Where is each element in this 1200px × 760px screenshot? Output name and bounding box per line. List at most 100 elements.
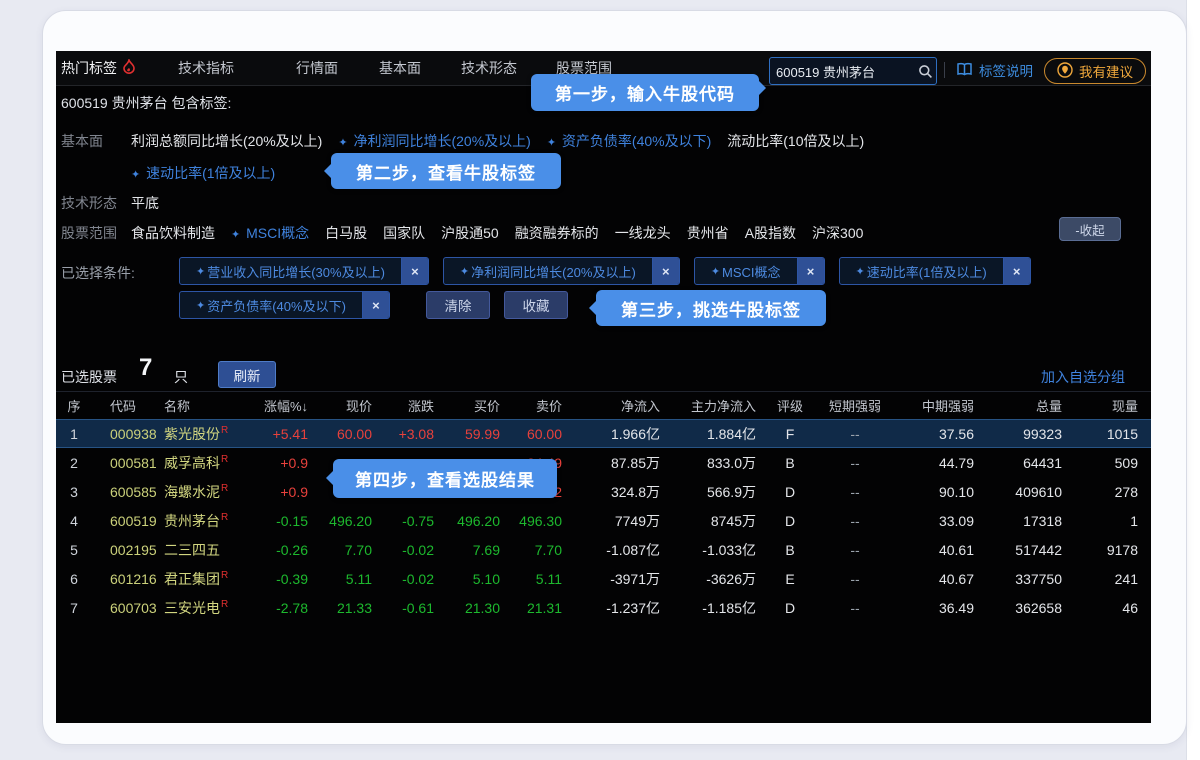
- suggestion-label: 我有建议: [1079, 61, 1133, 81]
- search-input[interactable]: [770, 64, 914, 79]
- table-row[interactable]: 4600519贵州茅台R-0.15496.20-0.75496.20496.30…: [56, 506, 1151, 535]
- table-row[interactable]: 2000581威孚高科R+0.924.4987.85万833.0万B--44.7…: [56, 448, 1151, 477]
- filter-tag[interactable]: 一线龙头: [615, 223, 671, 243]
- r-flag: R: [221, 483, 228, 494]
- col-header-change[interactable]: 涨跌: [380, 396, 442, 415]
- cell-seq: 4: [56, 513, 92, 529]
- col-header-code[interactable]: 代码: [92, 396, 156, 415]
- filter-tag[interactable]: ✦ MSCI概念: [231, 223, 309, 243]
- tab-1[interactable]: 热门标签: [61, 51, 136, 85]
- tab-3[interactable]: 行情面: [296, 51, 338, 85]
- table-row[interactable]: 1000938紫光股份R+5.4160.00+3.0859.9960.001.9…: [56, 419, 1151, 448]
- cell-main-net-inflow: 566.9万: [668, 482, 764, 502]
- r-flag: R: [221, 454, 228, 465]
- tag-help-label: 标签说明: [979, 60, 1033, 80]
- chip-close-icon[interactable]: ×: [652, 258, 679, 284]
- col-header-price[interactable]: 现价: [316, 396, 380, 415]
- filter-tag[interactable]: A股指数: [745, 223, 796, 243]
- filter-tag[interactable]: ✦ 净利润同比增长(20%及以上): [338, 131, 530, 151]
- star-icon: ✦: [231, 229, 240, 241]
- tooltip-step1: 第一步，输入牛股代码: [531, 74, 759, 111]
- cell-name: 二三四五: [156, 540, 244, 560]
- cell-change: +3.08: [380, 426, 442, 442]
- col-header-name[interactable]: 名称: [156, 396, 244, 415]
- filter-tag[interactable]: 食品饮料制造: [131, 223, 215, 243]
- condition-chip[interactable]: ✦ 资产负债率(40%及以下)×: [179, 291, 390, 319]
- col-header-short-term[interactable]: 短期强弱: [816, 396, 894, 415]
- filter-tag[interactable]: 贵州省: [687, 223, 729, 243]
- cell-short-term: --: [816, 513, 894, 529]
- cell-mid-term: 44.79: [894, 455, 982, 471]
- cell-main-net-inflow: -1.185亿: [668, 598, 764, 618]
- collapse-button[interactable]: -收起: [1059, 217, 1121, 241]
- col-header-volume[interactable]: 总量: [982, 396, 1070, 415]
- chip-close-icon[interactable]: ×: [797, 258, 824, 284]
- cell-name: 威孚高科R: [156, 453, 244, 473]
- filter-tag[interactable]: 融资融券标的: [515, 223, 599, 243]
- filter-tag[interactable]: ✦ 速动比率(1倍及以上): [131, 163, 275, 183]
- tab-4[interactable]: 基本面: [379, 51, 421, 85]
- cell-change: -0.75: [380, 513, 442, 529]
- condition-chip-label: ✦ 资产负债率(40%及以下): [180, 292, 362, 318]
- col-header-main-net-inflow[interactable]: 主力净流入: [668, 396, 764, 415]
- condition-chip[interactable]: ✦ 营业收入同比增长(30%及以上)×: [179, 257, 429, 285]
- favorite-button[interactable]: 收藏: [504, 291, 568, 319]
- cell-bid: 7.69: [442, 542, 508, 558]
- col-header-ask[interactable]: 卖价: [508, 396, 570, 415]
- tooltip-step3: 第三步，挑选牛股标签: [596, 290, 826, 326]
- table-row[interactable]: 7600703三安光电R-2.7821.33-0.6121.3021.31-1.…: [56, 593, 1151, 622]
- table-row[interactable]: 5002195二三四五-0.267.70-0.027.697.70-1.087亿…: [56, 535, 1151, 564]
- tab-label: 技术指标: [178, 58, 234, 78]
- cell-change-pct: +5.41: [244, 426, 316, 442]
- section-label: 基本面: [61, 131, 103, 151]
- filter-tag[interactable]: 流动比率(10倍及以上): [727, 131, 864, 151]
- filter-tag[interactable]: 沪股通50: [441, 223, 499, 243]
- condition-chip[interactable]: ✦ 净利润同比增长(20%及以上)×: [443, 257, 680, 285]
- col-header-bid[interactable]: 买价: [442, 396, 508, 415]
- condition-chip[interactable]: ✦ MSCI概念×: [694, 257, 825, 285]
- cell-bid: 21.30: [442, 600, 508, 616]
- filter-tag[interactable]: 沪深300: [812, 223, 863, 243]
- tooltip-arrow-left-icon: [315, 162, 333, 180]
- filter-tag[interactable]: 利润总额同比增长(20%及以上): [131, 131, 322, 151]
- cell-code: 600585: [92, 484, 156, 500]
- suggestion-button[interactable]: 我有建议: [1044, 58, 1146, 84]
- col-header-change-pct[interactable]: 涨幅%↓: [244, 396, 316, 415]
- filter-tag[interactable]: 白马股: [325, 223, 367, 243]
- col-header-mid-term[interactable]: 中期强弱: [894, 396, 982, 415]
- cell-volume: 517442: [982, 542, 1070, 558]
- col-header-net-inflow[interactable]: 净流入: [570, 396, 668, 415]
- chip-close-icon[interactable]: ×: [362, 292, 389, 318]
- condition-chip[interactable]: ✦ 速动比率(1倍及以上)×: [839, 257, 1031, 285]
- search-icon[interactable]: [914, 64, 936, 79]
- condition-chip-label: ✦ 速动比率(1倍及以上): [840, 258, 1003, 284]
- cell-net-inflow: 1.966亿: [570, 424, 668, 444]
- table-row[interactable]: 6601216君正集团R-0.395.11-0.025.105.11-3971万…: [56, 564, 1151, 593]
- table-row[interactable]: 3600585海螺水泥R+0.924.82324.8万566.9万D--90.1…: [56, 477, 1151, 506]
- cell-mid-term: 40.61: [894, 542, 982, 558]
- filter-tag[interactable]: ✦ 资产负债率(40%及以下): [547, 131, 711, 151]
- chip-close-icon[interactable]: ×: [1003, 258, 1030, 284]
- cell-seq: 1: [56, 426, 92, 442]
- star-icon: ✦: [856, 265, 865, 278]
- page-scroll-strip[interactable]: [1186, 0, 1200, 760]
- cell-volume: 64431: [982, 455, 1070, 471]
- col-header-rating[interactable]: 评级: [764, 396, 816, 415]
- chip-close-icon[interactable]: ×: [401, 258, 428, 284]
- cell-main-net-inflow: 1.884亿: [668, 424, 764, 444]
- tab-2[interactable]: 技术指标: [178, 51, 234, 85]
- col-header-seq[interactable]: 序: [56, 396, 92, 415]
- filter-tag[interactable]: 平底: [131, 193, 159, 213]
- tab-5[interactable]: 技术形态: [461, 51, 517, 85]
- star-icon: ✦: [196, 265, 205, 278]
- add-to-group-link[interactable]: 加入自选分组: [1041, 367, 1125, 387]
- refresh-button[interactable]: 刷新: [218, 361, 276, 388]
- stock-search-box[interactable]: [769, 57, 937, 85]
- tag-help-button[interactable]: 标签说明: [956, 60, 1033, 80]
- col-header-current-volume[interactable]: 现量: [1070, 396, 1146, 415]
- cell-short-term: --: [816, 542, 894, 558]
- table-body: 1000938紫光股份R+5.4160.00+3.0859.9960.001.9…: [56, 419, 1151, 622]
- filter-tag[interactable]: 国家队: [383, 223, 425, 243]
- clear-button[interactable]: 清除: [426, 291, 490, 319]
- cell-short-term: --: [816, 426, 894, 442]
